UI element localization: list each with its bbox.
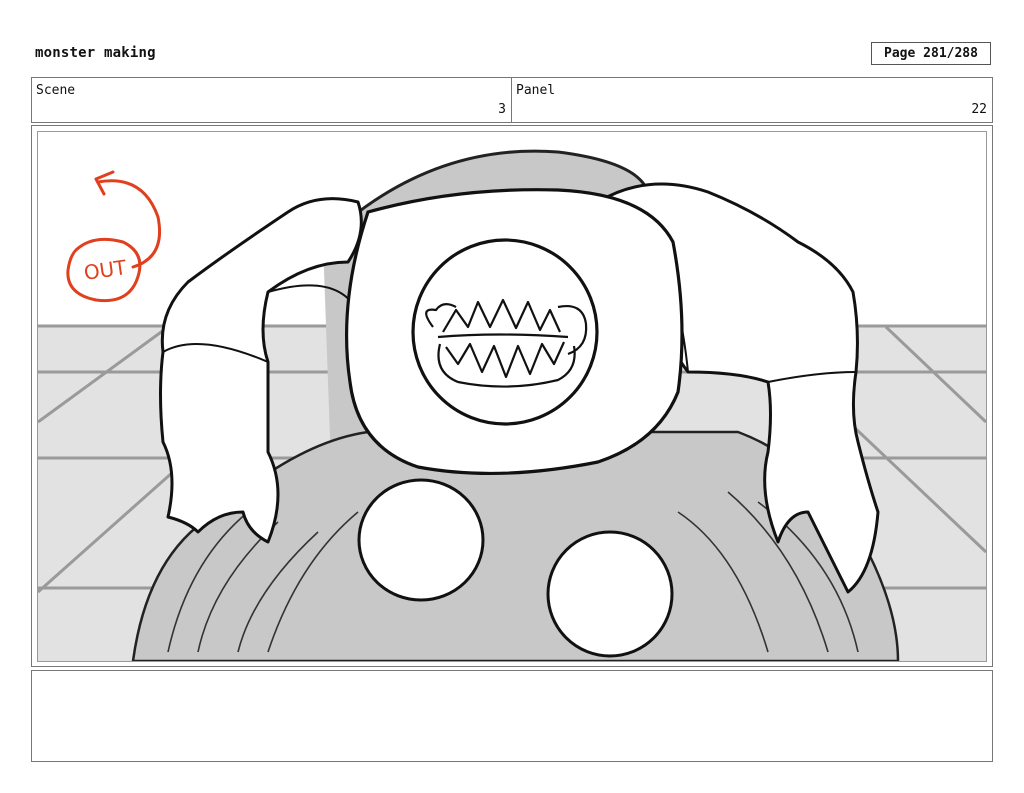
panel-number: 22 [971,102,987,117]
scene-label: Scene [36,83,76,98]
page-number-badge: Page 281/288 [871,42,991,65]
panel-cell: Panel 22 [512,78,992,122]
out-annotation-text: OUT [82,255,128,285]
scene-panel-info-row: Scene 3 Panel 22 [31,77,993,123]
monster-head [344,188,684,476]
notes-box [31,670,993,762]
project-title: monster making [35,45,156,61]
scene-cell: Scene 3 [32,78,512,122]
panel-label: Panel [516,83,556,98]
scene-number: 3 [498,102,506,117]
monster-sketch: OUT [38,149,986,661]
out-annotation: OUT [66,170,162,303]
storyboard-drawing: OUT [37,131,987,662]
